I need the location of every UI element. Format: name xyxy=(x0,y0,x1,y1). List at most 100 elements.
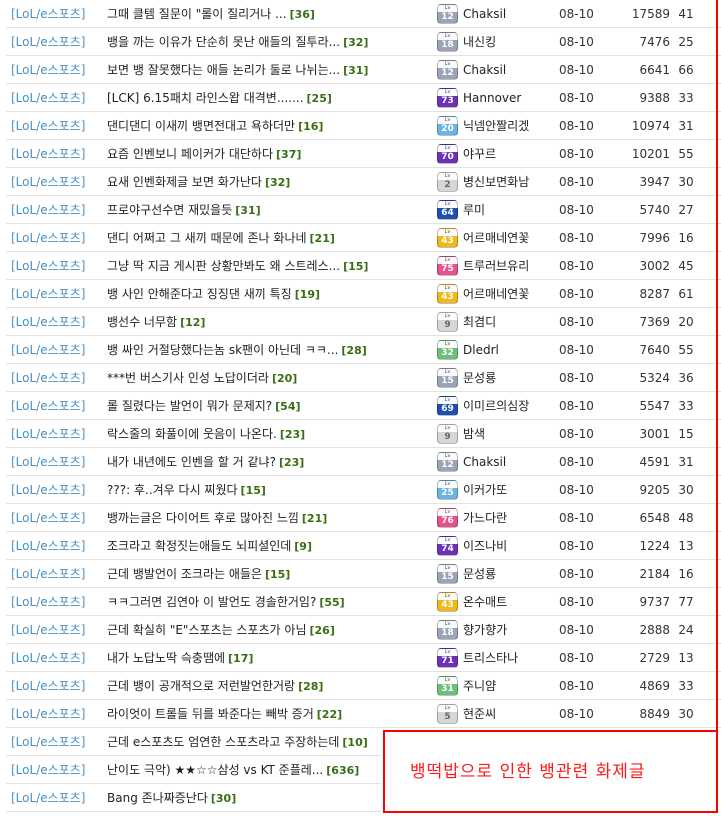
table-row[interactable]: [LoL/e스포츠] 뱅까는글은 다이어트 후로 많아진 느낌 [21] Lv 76 가느… xyxy=(0,504,721,532)
post-category-link[interactable]: [LoL/e스포츠] xyxy=(11,392,85,420)
post-title-link[interactable]: ???: 후..겨우 다시 찌웠다 [15] xyxy=(107,476,266,504)
table-row[interactable]: [LoL/e스포츠] 조크라고 확정짓는애들도 뇌피셜인데 [9] Lv 74 이즈나비 0… xyxy=(0,532,721,560)
author-name[interactable]: Chaksil xyxy=(463,56,506,84)
post-title-link[interactable]: 내가 노답노딱 슥충땜에 [17] xyxy=(107,644,253,672)
author-name[interactable]: 이미르의심장 xyxy=(463,392,529,420)
table-row[interactable]: [LoL/e스포츠] 근데 뱅발언이 조크라는 애들은 [15] Lv 15 문성룡 08-… xyxy=(0,560,721,588)
post-title-text[interactable]: 근데 e스포츠도 엄연한 스포츠라고 주장하는데 xyxy=(107,735,339,749)
post-category-link[interactable]: [LoL/e스포츠] xyxy=(11,196,85,224)
author-name[interactable]: Hannover xyxy=(463,84,521,112)
post-title-text[interactable]: 라이엇이 트롤들 뒤를 봐준다는 빼박 증거 xyxy=(107,707,314,721)
post-title-text[interactable]: 요즘 인벤보니 페이커가 대단하다 xyxy=(107,147,273,161)
post-title-text[interactable]: 그때 클템 질문이 "롤이 질리거나 ... xyxy=(107,7,287,21)
post-category-link[interactable]: [LoL/e스포츠] xyxy=(11,784,85,812)
post-category-link[interactable]: [LoL/e스포츠] xyxy=(11,644,85,672)
post-title-link[interactable]: 뱅까는글은 다이어트 후로 많아진 느낌 [21] xyxy=(107,504,327,532)
post-title-link[interactable]: 락스줄의 화풀이에 웃음이 나온다. [23] xyxy=(107,420,305,448)
post-title-text[interactable]: 보면 뱅 잘못했다는 애들 논리가 둘로 나뉘는... xyxy=(107,63,340,77)
post-title-link[interactable]: 보면 뱅 잘못했다는 애들 논리가 둘로 나뉘는... [31] xyxy=(107,56,368,84)
comment-count[interactable]: [32] xyxy=(265,176,290,189)
post-category-link[interactable]: [LoL/e스포츠] xyxy=(11,532,85,560)
post-title-text[interactable]: 요새 인벤화제글 보면 화가난다 xyxy=(107,175,262,189)
post-title-text[interactable]: 난이도 극악) ★★☆☆삼성 vs KT 준플레... xyxy=(107,763,323,777)
post-title-link[interactable]: 댄디댄디 이새끼 뱅면전대고 욕하더만 [16] xyxy=(107,112,323,140)
post-title-text[interactable]: ???: 후..겨우 다시 찌웠다 xyxy=(107,483,238,497)
author-name[interactable]: 최겸디 xyxy=(463,308,496,336)
author-name[interactable]: 병신보면화남 xyxy=(463,168,529,196)
comment-count[interactable]: [16] xyxy=(298,120,323,133)
comment-count[interactable]: [12] xyxy=(180,316,205,329)
author-name[interactable]: 야꾸르 xyxy=(463,140,496,168)
post-category-link[interactable]: [LoL/e스포츠] xyxy=(11,616,85,644)
table-row[interactable]: [LoL/e스포츠] 근데 뱅이 공개적으로 저런발언한거랑 [28] Lv 31 주니얌… xyxy=(0,672,721,700)
post-title-link[interactable]: ㅋㅋ그러면 김연아 이 발언도 경솔한거임? [55] xyxy=(107,588,345,616)
table-row[interactable]: [LoL/e스포츠] 요새 인벤화제글 보면 화가난다 [32] Lv 2 병신보면화남 0… xyxy=(0,168,721,196)
post-title-link[interactable]: 조크라고 확정짓는애들도 뇌피셜인데 [9] xyxy=(107,532,312,560)
post-category-link[interactable]: [LoL/e스포츠] xyxy=(11,224,85,252)
post-title-link[interactable]: 프로야구선수면 재밌을듯 [31] xyxy=(107,196,261,224)
table-row[interactable]: [LoL/e스포츠] 내가 내년에도 인벤을 할 거 같냐? [23] Lv 12 Cha… xyxy=(0,448,721,476)
post-title-text[interactable]: 뱅을 까는 이유가 단순히 못난 애들의 질투라... xyxy=(107,35,340,49)
table-row[interactable]: [LoL/e스포츠] 그냥 딱 지금 게시판 상황만봐도 왜 스트레스... [15… xyxy=(0,252,721,280)
author-name[interactable]: Dledrl xyxy=(463,336,499,364)
comment-count[interactable]: [26] xyxy=(309,624,334,637)
post-category-link[interactable]: [LoL/e스포츠] xyxy=(11,560,85,588)
post-title-text[interactable]: 뱅까는글은 다이어트 후로 많아진 느낌 xyxy=(107,511,299,525)
post-title-link[interactable]: 롤 질렸다는 발언이 뭐가 문제지? [54] xyxy=(107,392,301,420)
comment-count[interactable]: [22] xyxy=(317,708,342,721)
table-row[interactable]: [LoL/e스포츠] 근데 e스포츠도 엄연한 스포츠라고 주장하는데 [10] xyxy=(0,728,721,756)
comment-count[interactable]: [36] xyxy=(290,8,315,21)
table-row[interactable]: [LoL/e스포츠] 뱅선수 너무함 [12] Lv 9 최겸디 08-10 7369 20 xyxy=(0,308,721,336)
table-row[interactable]: [LoL/e스포츠] 롤 질렸다는 발언이 뭐가 문제지? [54] Lv 69 이미르의… xyxy=(0,392,721,420)
author-name[interactable]: 이커가또 xyxy=(463,476,507,504)
post-title-link[interactable]: Bang 존나짜증난다 [30] xyxy=(107,784,236,812)
table-row[interactable]: [LoL/e스포츠] 댄디댄디 이새끼 뱅면전대고 욕하더만 [16] Lv 20 닉넴안… xyxy=(0,112,721,140)
author-name[interactable]: 트루러브유리 xyxy=(463,252,529,280)
author-name[interactable]: 가느다란 xyxy=(463,504,507,532)
post-category-link[interactable]: [LoL/e스포츠] xyxy=(11,700,85,728)
comment-count[interactable]: [17] xyxy=(228,652,253,665)
post-category-link[interactable]: [LoL/e스포츠] xyxy=(11,28,85,56)
post-category-link[interactable]: [LoL/e스포츠] xyxy=(11,504,85,532)
post-title-link[interactable]: 그냥 딱 지금 게시판 상황만봐도 왜 스트레스... [15] xyxy=(107,252,368,280)
comment-count[interactable]: [20] xyxy=(272,372,297,385)
comment-count[interactable]: [636] xyxy=(326,764,359,777)
author-name[interactable]: 어르매네연꽃 xyxy=(463,280,529,308)
post-title-link[interactable]: 뱅 사인 안해준다고 징징댄 새끼 특징 [19] xyxy=(107,280,320,308)
author-name[interactable]: 트리스타나 xyxy=(463,644,518,672)
table-row[interactable]: [LoL/e스포츠] ㅋㅋ그러면 김연아 이 발언도 경솔한거임? [55] Lv 43… xyxy=(0,588,721,616)
table-row[interactable]: [LoL/e스포츠] ???: 후..겨우 다시 찌웠다 [15] Lv 25 이커가또 0… xyxy=(0,476,721,504)
comment-count[interactable]: [15] xyxy=(241,484,266,497)
post-category-link[interactable]: [LoL/e스포츠] xyxy=(11,112,85,140)
post-title-link[interactable]: 뱅 싸인 거절당했다는놈 sk팬이 아닌데 ㅋㅋ... [28] xyxy=(107,336,367,364)
post-title-text[interactable]: [LCK] 6.15패치 라인스왑 대격변....... xyxy=(107,91,304,105)
author-name[interactable]: 문성룡 xyxy=(463,560,496,588)
post-title-text[interactable]: 롤 질렸다는 발언이 뭐가 문제지? xyxy=(107,399,272,413)
table-row[interactable]: [LoL/e스포츠] 요즘 인벤보니 페이커가 대단하다 [37] Lv 70 야꾸르 08… xyxy=(0,140,721,168)
post-title-text[interactable]: 근데 뱅이 공개적으로 저런발언한거랑 xyxy=(107,679,295,693)
post-title-link[interactable]: 뱅을 까는 이유가 단순히 못난 애들의 질투라... [32] xyxy=(107,28,368,56)
comment-count[interactable]: [54] xyxy=(275,400,300,413)
post-title-text[interactable]: 근데 확실히 "E"스포츠는 스포츠가 아님 xyxy=(107,623,306,637)
table-row[interactable]: [LoL/e스포츠] 락스줄의 화풀이에 웃음이 나온다. [23] Lv 9 밤색 08-… xyxy=(0,420,721,448)
table-row[interactable]: [LoL/e스포츠] 내가 노답노딱 슥충땜에 [17] Lv 71 트리스타나 08-10… xyxy=(0,644,721,672)
post-title-text[interactable]: 댄디 어쩌고 그 새끼 때문에 존나 화나네 xyxy=(107,231,307,245)
post-category-link[interactable]: [LoL/e스포츠] xyxy=(11,140,85,168)
comment-count[interactable]: [25] xyxy=(307,92,332,105)
post-title-link[interactable]: 근데 뱅발언이 조크라는 애들은 [15] xyxy=(107,560,290,588)
post-title-link[interactable]: 요즘 인벤보니 페이커가 대단하다 [37] xyxy=(107,140,301,168)
comment-count[interactable]: [28] xyxy=(298,680,323,693)
post-category-link[interactable]: [LoL/e스포츠] xyxy=(11,728,85,756)
table-row[interactable]: [LoL/e스포츠] 프로야구선수면 재밌을듯 [31] Lv 64 루미 08-10 574… xyxy=(0,196,721,224)
comment-count[interactable]: [15] xyxy=(265,568,290,581)
post-title-text[interactable]: ***번 버스기사 인성 노답이더라 xyxy=(107,371,269,385)
author-name[interactable]: 문성룡 xyxy=(463,364,496,392)
post-title-link[interactable]: 내가 내년에도 인벤을 할 거 같냐? [23] xyxy=(107,448,304,476)
comment-count[interactable]: [15] xyxy=(343,260,368,273)
post-category-link[interactable]: [LoL/e스포츠] xyxy=(11,476,85,504)
table-row[interactable]: [LoL/e스포츠] ***번 버스기사 인성 노답이더라 [20] Lv 15 문성룡 0… xyxy=(0,364,721,392)
comment-count[interactable]: [21] xyxy=(302,512,327,525)
post-category-link[interactable]: [LoL/e스포츠] xyxy=(11,280,85,308)
post-title-link[interactable]: 근데 확실히 "E"스포츠는 스포츠가 아님 [26] xyxy=(107,616,335,644)
post-category-link[interactable]: [LoL/e스포츠] xyxy=(11,308,85,336)
